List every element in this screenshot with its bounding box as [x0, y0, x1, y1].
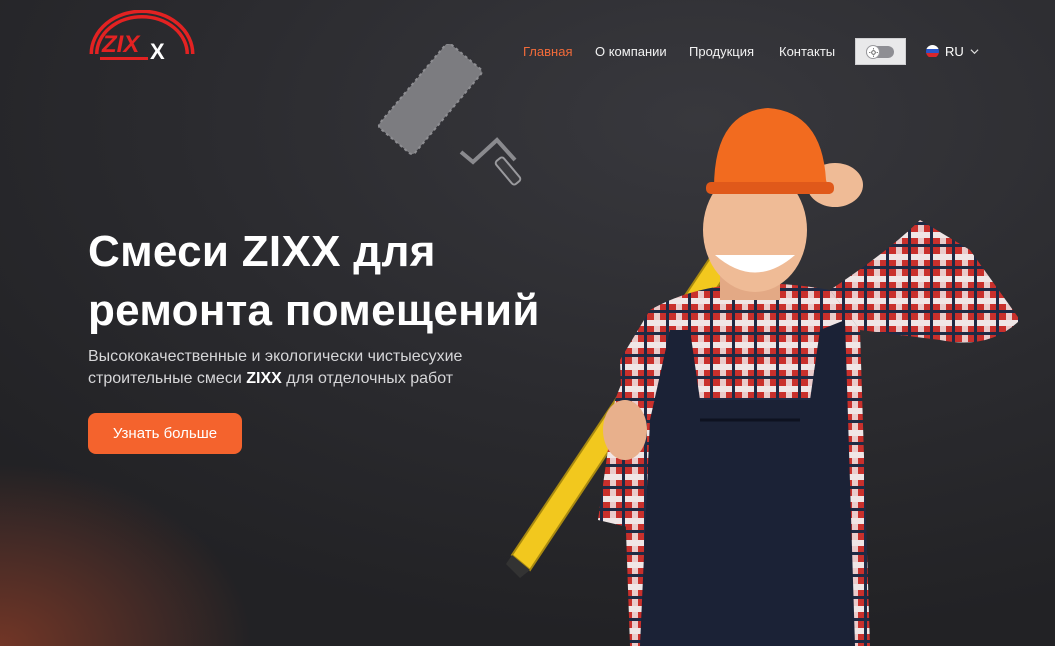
zixx-logo[interactable]: ZIX X: [88, 10, 196, 64]
logo-wordmark: ZIX: [101, 31, 141, 58]
language-code: RU: [945, 43, 964, 59]
nav-item-about[interactable]: О компании: [595, 44, 667, 59]
nav-item-contacts[interactable]: Контакты: [779, 44, 835, 59]
hero-subtitle-brand: ZIXX: [246, 370, 282, 387]
russia-flag-icon: [926, 44, 939, 58]
hero-title-line1: Смеси ZIXX для: [88, 227, 436, 276]
nav-item-products[interactable]: Продукция: [689, 44, 754, 59]
sun-icon: [869, 48, 878, 57]
hero-subtitle-text2: для отделочных работ: [281, 370, 454, 387]
theme-toggle[interactable]: [855, 38, 906, 65]
hero-subtitle: Высококачественные и экологически чистые…: [88, 346, 508, 390]
hero-title-line2: ремонта помещений: [88, 286, 540, 335]
chevron-down-icon: [970, 48, 979, 54]
logo-x-mark: X: [150, 39, 165, 64]
learn-more-button[interactable]: Узнать больше: [88, 413, 242, 454]
worker-image: [506, 108, 1020, 646]
language-selector[interactable]: RU: [926, 42, 979, 60]
